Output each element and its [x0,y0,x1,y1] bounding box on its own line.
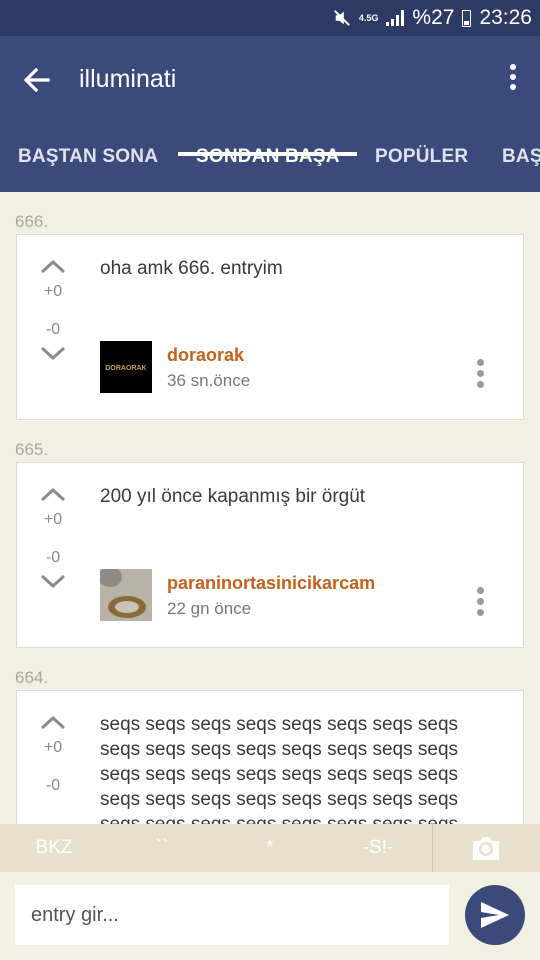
entry-text-line: seqs seqs seqs seqs seqs seqs seqs seqs [100,812,458,824]
spoiler-button[interactable]: -S!- [340,824,416,872]
bkz-button[interactable]: BKZ [16,824,92,872]
entry-menu-icon[interactable] [477,587,485,620]
entry-card: +0 -0 oha amk 666. entryim DORAORAK dora… [16,234,524,420]
upvote-count: +0 [43,511,63,528]
upvote-icon[interactable] [39,257,67,275]
upvote-icon[interactable] [39,713,67,731]
author-name[interactable]: paraninortasinicikarcam [167,573,375,594]
active-tab-indicator [178,152,357,156]
star-button[interactable]: * [238,824,302,872]
battery-icon [462,9,472,27]
network-type: 4.5G [358,12,379,23]
app-bar: illuminati BAŞTAN SONA SONDAN BAŞA POPÜL… [0,36,540,192]
entry-text-line: seqs seqs seqs seqs seqs seqs seqs seqs [100,714,459,735]
camera-icon[interactable] [470,832,502,864]
send-icon [481,902,509,928]
entry-card: +0 -0 seqs seqs seqs seqs seqs seqs seqs… [16,690,524,824]
entry-text: 200 yıl önce kapanmış bir örgüt [100,486,366,507]
entry-text: seqs seqs seqs seqs seqs seqs seqs seqs … [100,712,458,824]
tab-bastan-sona[interactable]: BAŞTAN SONA [18,130,158,192]
backtick-button[interactable]: `` [130,824,194,872]
back-arrow-icon[interactable] [18,62,54,98]
overflow-menu-icon[interactable] [508,64,518,96]
send-button[interactable] [465,885,525,945]
entry-menu-icon[interactable] [477,359,485,392]
avatar[interactable] [100,569,152,621]
battery-percent: %27 [412,6,455,29]
status-bar: 4.5G %27 23:26 [0,0,540,36]
author-name[interactable]: doraorak [167,345,244,366]
avatar[interactable]: DORAORAK [100,341,152,393]
entry-text-line: seqs seqs seqs seqs seqs seqs seqs seqs [100,739,459,760]
entry-number: 666. [15,212,49,231]
formatting-toolbar: BKZ `` * -S!- [0,824,540,872]
entry-text-line: seqs seqs seqs seqs seqs seqs seqs seqs [100,764,459,785]
entry-feed[interactable]: 666. +0 -0 oha amk 666. entryim DORAORAK… [0,192,540,824]
downvote-icon[interactable] [39,573,67,591]
upvote-count: +0 [43,283,63,300]
entry-time: 36 sn.önce [167,371,251,390]
downvote-count: -0 [45,549,61,566]
tab-bas[interactable]: BAŞ [502,130,540,192]
upvote-icon[interactable] [39,485,67,503]
tab-bar: BAŞTAN SONA SONDAN BAŞA POPÜLER BAŞ [0,130,540,192]
entry-input[interactable] [15,885,449,945]
tab-sondan-basa[interactable]: SONDAN BAŞA [196,130,340,192]
entry-card: +0 -0 200 yıl önce kapanmış bir örgüt pa… [16,462,524,648]
downvote-icon[interactable] [39,345,67,363]
toolbar-divider [432,824,433,872]
mute-icon [333,10,350,26]
avatar-logo-text: DORAORAK [105,365,146,372]
entry-number: 665. [15,440,49,459]
input-bar [0,872,540,960]
entry-time: 22 gn önce [167,599,252,618]
signal-icon [386,10,405,26]
entry-text-line: seqs seqs seqs seqs seqs seqs seqs seqs [100,789,459,810]
upvote-count: +0 [43,739,63,756]
downvote-count: -0 [45,321,61,338]
vote-column: +0 -0 [17,713,89,795]
clock: 23:26 [479,6,532,29]
downvote-count: -0 [45,777,61,794]
vote-column: +0 -0 [17,485,89,591]
entry-text: oha amk 666. entryim [100,258,283,279]
entry-number: 664. [15,668,49,687]
vote-column: +0 -0 [17,257,89,363]
page-title: illuminati [79,65,177,93]
tab-populer[interactable]: POPÜLER [375,130,468,192]
